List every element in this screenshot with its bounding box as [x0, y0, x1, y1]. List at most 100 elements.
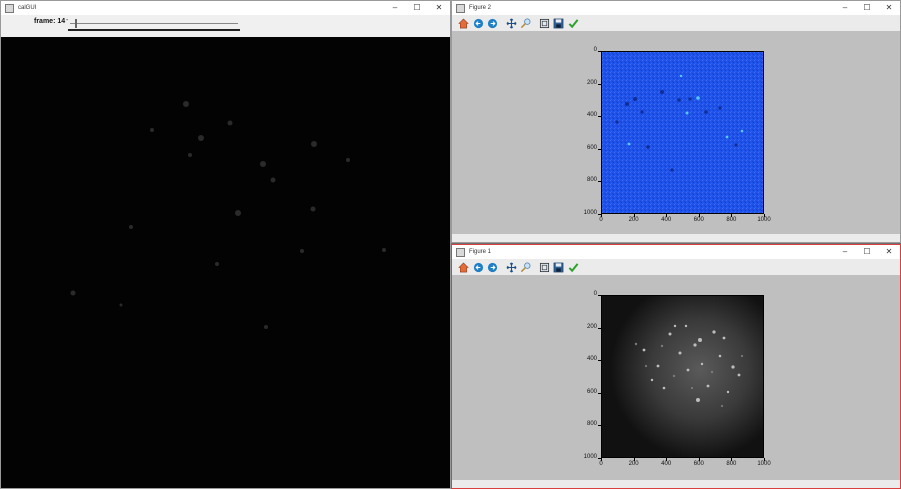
home-icon[interactable]	[457, 17, 470, 30]
zoom-icon[interactable]	[519, 17, 532, 30]
y-tick-label: 600	[586, 144, 597, 151]
x-tick-mark	[731, 214, 733, 217]
frame-image-cells	[70, 101, 386, 329]
subplots-icon[interactable]	[538, 17, 551, 30]
figure1-statusbar	[452, 480, 900, 488]
y-tick-mark	[598, 181, 601, 183]
slider-track	[70, 23, 238, 24]
x-tick-mark	[601, 214, 602, 217]
x-tick-label: 1000	[757, 217, 771, 223]
y-tick-label: 600	[586, 388, 597, 395]
figure2-titlebar[interactable]: Figure 2 – ☐ ✕	[452, 1, 900, 15]
y-tick-label: 800	[586, 421, 597, 428]
check-icon[interactable]	[567, 261, 580, 274]
maximize-button[interactable]: ☐	[406, 1, 428, 15]
save-icon[interactable]	[552, 17, 565, 30]
x-tick-label: 0	[599, 461, 603, 467]
x-tick-mark	[633, 458, 635, 461]
figure2-image	[602, 52, 763, 213]
figure2-toolbar	[452, 15, 900, 31]
frame-label: frame: 14	[34, 18, 66, 25]
figure2-canvas: 0 200 400 600 800 1000 0 200 400 600 800 1000	[452, 31, 900, 234]
x-tick-label: 1000	[757, 461, 771, 467]
y-tick-label: 1000	[583, 454, 597, 460]
pan-icon[interactable]	[505, 261, 518, 274]
x-tick-label: 200	[628, 461, 639, 467]
close-button[interactable]: ✕	[428, 1, 450, 15]
app-icon	[5, 3, 14, 13]
calgui-window: calGUI – ☐ ✕ frame: 14 -	[0, 0, 451, 489]
x-tick-label: 600	[693, 217, 704, 223]
figure1-titlebar[interactable]: Figure 1 – ☐ ✕	[452, 245, 900, 259]
forward-arrow-icon[interactable]	[486, 17, 499, 30]
minimize-button[interactable]: –	[384, 1, 406, 15]
y-tick-mark	[598, 392, 601, 394]
y-tick-label: 400	[586, 112, 597, 119]
figure2-window: Figure 2 – ☐ ✕ 0 200 400 600 800 1000 0 …	[451, 0, 901, 243]
close-button[interactable]: ✕	[878, 245, 900, 259]
x-tick-mark	[601, 458, 602, 461]
zoom-icon[interactable]	[519, 261, 532, 274]
back-arrow-icon[interactable]	[472, 261, 485, 274]
y-tick-mark	[598, 51, 601, 52]
x-tick-mark	[698, 214, 700, 217]
minimize-button[interactable]: –	[834, 245, 856, 259]
y-tick-mark	[598, 295, 601, 296]
close-button[interactable]: ✕	[878, 1, 900, 15]
figure1-window: Figure 1 – ☐ ✕ 0 200 400 600 800 1000 0 …	[451, 244, 901, 489]
y-tick-label: 200	[586, 323, 597, 330]
app-icon	[456, 3, 465, 13]
y-tick-label: 0	[593, 291, 597, 297]
x-tick-mark	[666, 458, 668, 461]
y-tick-label: 800	[586, 177, 597, 184]
frame-image	[1, 37, 450, 488]
calgui-titlebar[interactable]: calGUI – ☐ ✕	[1, 1, 450, 15]
slider-handle[interactable]	[75, 19, 77, 28]
home-icon[interactable]	[457, 261, 470, 274]
maximize-button[interactable]: ☐	[856, 245, 878, 259]
figure1-axes	[601, 295, 764, 458]
y-tick-mark	[598, 148, 601, 150]
x-tick-label: 200	[628, 217, 639, 223]
x-tick-label: 800	[726, 217, 737, 223]
maximize-button[interactable]: ☐	[856, 1, 878, 15]
forward-arrow-icon[interactable]	[486, 261, 499, 274]
window-title: calGUI	[18, 5, 37, 11]
frame-slider[interactable]	[68, 19, 240, 31]
figure2-statusbar	[452, 234, 900, 242]
x-tick-mark	[666, 214, 668, 217]
y-tick-label: 400	[586, 356, 597, 363]
check-icon[interactable]	[567, 17, 580, 30]
frame-controls: frame: 14 -	[1, 15, 450, 37]
x-tick-label: 600	[693, 461, 704, 467]
x-tick-label: 800	[726, 461, 737, 467]
minimize-button[interactable]: –	[834, 1, 856, 15]
y-tick-label: 0	[593, 47, 597, 53]
y-tick-mark	[598, 327, 601, 329]
subplots-icon[interactable]	[538, 261, 551, 274]
app-icon	[456, 247, 465, 257]
y-tick-label: 200	[586, 79, 597, 86]
slider-min-label: -	[66, 17, 69, 24]
window-title: Figure 2	[469, 5, 492, 11]
x-tick-mark	[764, 214, 765, 217]
figure1-image	[602, 296, 763, 457]
x-tick-label: 0	[599, 217, 603, 223]
figure2-axes	[601, 51, 764, 214]
x-tick-label: 400	[661, 461, 672, 467]
x-tick-mark	[764, 458, 765, 461]
save-icon[interactable]	[552, 261, 565, 274]
y-tick-mark	[598, 116, 601, 118]
x-tick-mark	[633, 214, 635, 217]
slider-base-line	[68, 29, 240, 31]
y-tick-mark	[598, 83, 601, 85]
pan-icon[interactable]	[505, 17, 518, 30]
window-title: Figure 1	[469, 249, 492, 255]
y-tick-mark	[598, 425, 601, 427]
y-tick-mark	[598, 360, 601, 362]
figure1-canvas: 0 200 400 600 800 1000 0 200 400 600 800 1000	[452, 275, 900, 480]
x-tick-mark	[731, 458, 733, 461]
figure1-toolbar	[452, 259, 900, 275]
back-arrow-icon[interactable]	[472, 17, 485, 30]
y-tick-label: 1000	[583, 210, 597, 216]
